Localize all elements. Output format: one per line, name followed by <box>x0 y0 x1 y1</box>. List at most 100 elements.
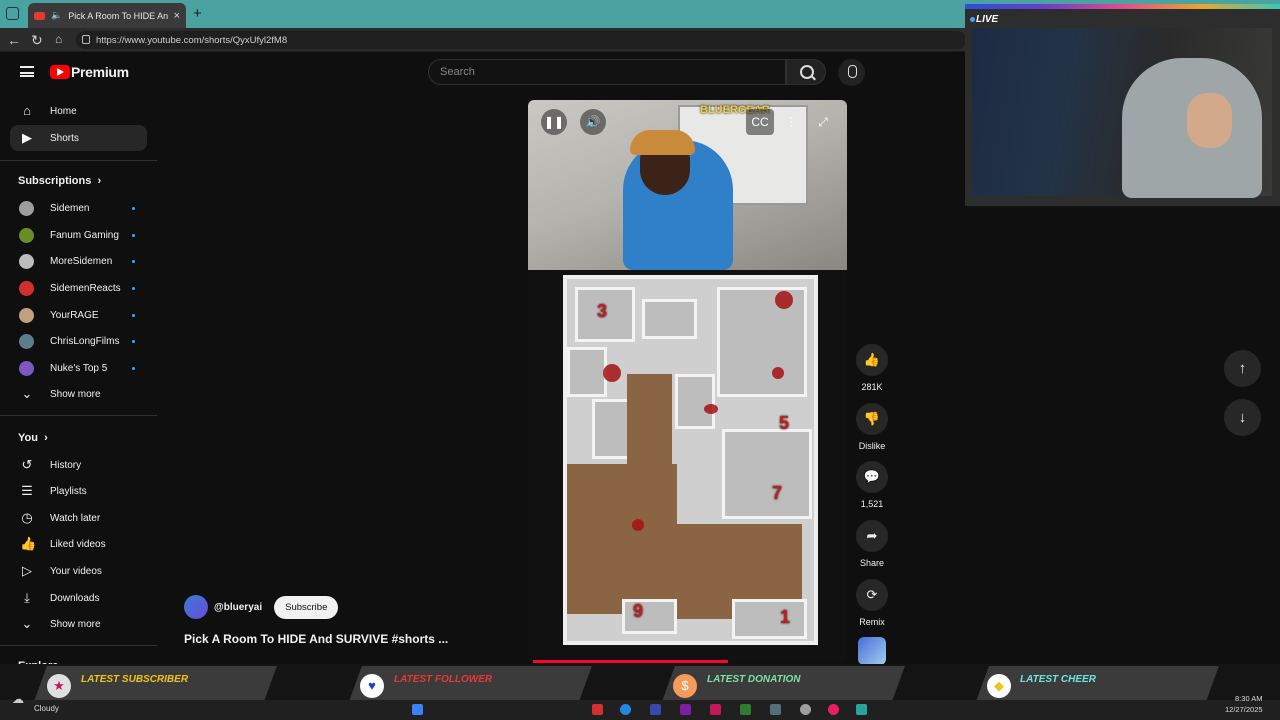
chevron-down-icon: ⌄ <box>21 616 33 631</box>
sidebar-item-history[interactable]: ↺ History <box>10 452 147 478</box>
app-icon[interactable] <box>710 704 721 715</box>
window-menu-icon[interactable] <box>6 7 19 20</box>
subscriptions-heading[interactable]: Subscriptions › <box>18 175 101 187</box>
sidebar-item-label: SidemenReacts <box>50 282 121 294</box>
sidebar-item-chrislongfilms[interactable]: ChrisLongFilms <box>10 328 147 354</box>
shorts-video-player[interactable]: BLUERGEAR 3 5 7 9 1 ❚❚ 🔊 CC ⋮ ⤢ <box>528 100 847 663</box>
edge-icon[interactable] <box>620 704 631 715</box>
show-more-subscriptions[interactable]: ⌄ Show more <box>10 381 147 407</box>
sidebar-item-watch-later[interactable]: ◷ Watch later <box>10 505 147 531</box>
volume-icon[interactable]: 🔊 <box>580 109 606 135</box>
app-icon[interactable] <box>856 704 867 715</box>
avatar <box>19 227 34 243</box>
star-icon: ★ <box>47 674 71 698</box>
sidebar-item-fanum-gaming[interactable]: Fanum Gaming <box>10 222 147 248</box>
avatar <box>19 253 34 269</box>
weather-text[interactable]: Cloudy <box>34 704 59 713</box>
app-icon[interactable] <box>770 704 781 715</box>
app-icon[interactable] <box>828 704 839 715</box>
room-1 <box>732 599 807 639</box>
share-button[interactable]: ➦ Share <box>855 520 889 568</box>
alert-panel <box>661 666 905 704</box>
sidebar-item-playlists[interactable]: ☰ Playlists <box>10 478 147 504</box>
previous-short-button[interactable]: ↑ <box>1224 350 1261 387</box>
new-content-dot <box>132 366 135 370</box>
url-field[interactable]: https://www.youtube.com/shorts/QyxUfyl2f… <box>76 31 966 49</box>
sidebar-item-sidemenreacts[interactable]: SidemenReacts <box>10 275 147 301</box>
playlists-icon: ☰ <box>21 483 33 498</box>
channel-name[interactable]: @blueryai <box>214 602 262 613</box>
more-options-icon[interactable]: ⋮ <box>778 109 804 135</box>
subscribe-button[interactable]: Subscribe <box>274 595 339 619</box>
sidebar-item-shorts[interactable]: ▶ Shorts <box>10 125 147 151</box>
streamer-webcam-overlay: LIVE <box>965 4 1280 206</box>
remix-label: Remix <box>859 617 885 627</box>
app-icon[interactable] <box>740 704 751 715</box>
subscriptions-title: Subscriptions <box>18 175 92 187</box>
sound-thumbnail[interactable] <box>858 637 886 665</box>
back-icon[interactable]: ← <box>7 32 21 48</box>
sidebar-item-label: Shorts <box>50 132 79 144</box>
sidebar-item-downloads[interactable]: ⤓ Downloads <box>10 585 147 611</box>
remix-button[interactable]: ⟳ Remix <box>855 579 889 627</box>
app-icon[interactable] <box>592 704 603 715</box>
divider <box>0 415 157 416</box>
video-progress-bar[interactable] <box>533 660 728 663</box>
youtube-logo-icon[interactable] <box>50 65 70 79</box>
app-icon[interactable] <box>680 704 691 715</box>
sidebar-item-moresidemen[interactable]: MoreSidemen <box>10 248 147 274</box>
pause-icon[interactable]: ❚❚ <box>541 109 567 135</box>
video-title[interactable]: Pick A Room To HIDE And SURVIVE #shorts … <box>184 632 448 646</box>
sidebar-item-yourrage[interactable]: YourRAGE <box>10 302 147 328</box>
diamond-icon: ◆ <box>987 674 1011 698</box>
you-heading[interactable]: You › <box>18 432 48 444</box>
like-button[interactable]: 👍 281K <box>855 344 889 392</box>
next-short-button[interactable]: ↓ <box>1224 399 1261 436</box>
clock-time: 8:30 AM <box>1235 694 1263 703</box>
captions-icon[interactable]: CC <box>746 109 774 135</box>
sidebar-item-nukes-top-5[interactable]: Nuke's Top 5 <box>10 355 147 381</box>
sidebar-item-label: Fanum Gaming <box>50 229 119 241</box>
fullscreen-icon[interactable]: ⤢ <box>810 109 836 135</box>
new-tab-icon[interactable]: + <box>193 5 202 22</box>
channel-avatar[interactable] <box>184 595 208 619</box>
logo-text[interactable]: Premium <box>71 64 129 80</box>
start-icon[interactable] <box>412 704 423 715</box>
sidebar-item-liked-videos[interactable]: 👍 Liked videos <box>10 531 147 557</box>
sidebar-item-label: Liked videos <box>50 538 106 550</box>
sidebar-item-label: Home <box>50 105 77 117</box>
comment-icon: 💬 <box>856 461 888 493</box>
close-tab-icon[interactable]: × <box>174 10 180 22</box>
remix-icon: ⟳ <box>856 579 888 611</box>
sidebar-item-label: Downloads <box>50 592 100 604</box>
home-browser-icon[interactable]: ⌂ <box>55 32 62 46</box>
thumbs-up-icon: 👍 <box>856 344 888 376</box>
latest-donation-label: LATEST DONATION <box>707 674 801 685</box>
comments-button[interactable]: 💬 1,521 <box>855 461 889 509</box>
blood-splatter <box>704 404 718 414</box>
weather-icon[interactable]: ☁ <box>12 692 24 706</box>
app-icon[interactable] <box>650 704 661 715</box>
latest-follower-label: LATEST FOLLOWER <box>394 674 493 685</box>
sidebar-item-home[interactable]: ⌂ Home <box>10 98 147 124</box>
thumbs-down-icon: 👎 <box>856 403 888 435</box>
search-icon[interactable] <box>786 59 826 85</box>
chevron-down-icon: ⌄ <box>21 386 33 401</box>
menu-icon[interactable] <box>20 66 34 77</box>
show-more-you[interactable]: ⌄ Show more <box>10 611 147 637</box>
sidebar-item-label: YourRAGE <box>50 309 99 321</box>
browser-tab[interactable]: 🔈 Pick A Room To HIDE And SURVIVE × <box>28 3 186 28</box>
sidebar-item-label: Show more <box>50 388 101 400</box>
blood-splatter <box>603 364 621 382</box>
microphone-icon[interactable] <box>838 59 865 86</box>
sidebar-item-sidemen[interactable]: Sidemen <box>10 195 147 221</box>
speaker-icon[interactable]: 🔈 <box>51 10 62 21</box>
sidebar-item-your-videos[interactable]: ▷ Your videos <box>10 558 147 584</box>
app-icon[interactable] <box>800 704 811 715</box>
room-number: 7 <box>772 483 783 503</box>
reload-icon[interactable]: ↻ <box>31 32 43 49</box>
search-input[interactable]: Search <box>428 59 786 85</box>
system-clock[interactable]: 8:30 AM 12/27/2025 <box>1225 693 1263 715</box>
room-number: 9 <box>633 601 644 621</box>
dislike-button[interactable]: 👎 Dislike <box>855 403 889 451</box>
